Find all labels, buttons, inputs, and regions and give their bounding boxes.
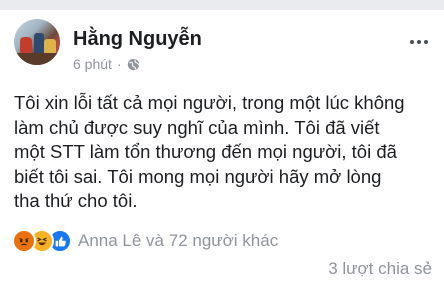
angry-reaction-icon	[12, 229, 36, 253]
author-name[interactable]: Hằng Nguyễn	[73, 28, 202, 51]
post-body-line: Tôi xin lỗi tất cả mọi người, trong một …	[14, 92, 405, 113]
reaction-summary[interactable]: Anna Lê và 72 người khác	[78, 231, 278, 251]
author-avatar[interactable]	[14, 19, 60, 65]
post-body-line: làm chủ được suy nghĩ của mình. Tôi đã v…	[14, 116, 380, 138]
post-body-line: tha thứ cho tôi.	[14, 190, 138, 211]
feed-background-strip	[0, 0, 444, 10]
globe-icon	[127, 58, 140, 70]
post-timestamp[interactable]: 6 phút	[73, 56, 112, 72]
more-options-icon[interactable]	[410, 40, 428, 44]
post-body-line: một STT làm tổn thương đến mọi người, tô…	[14, 141, 397, 162]
post-meta: 6 phút ·	[73, 56, 140, 72]
reactions-bar[interactable]: Anna Lê và 72 người khác	[12, 229, 278, 253]
post-body: Tôi xin lỗi tất cả mọi người, trong một …	[14, 91, 436, 214]
post-body-line: biết tôi sai. Tôi mong mọi người hãy mở …	[14, 165, 382, 187]
meta-separator: ·	[116, 56, 122, 72]
share-count[interactable]: 3 lượt chia sẻ	[328, 259, 432, 279]
